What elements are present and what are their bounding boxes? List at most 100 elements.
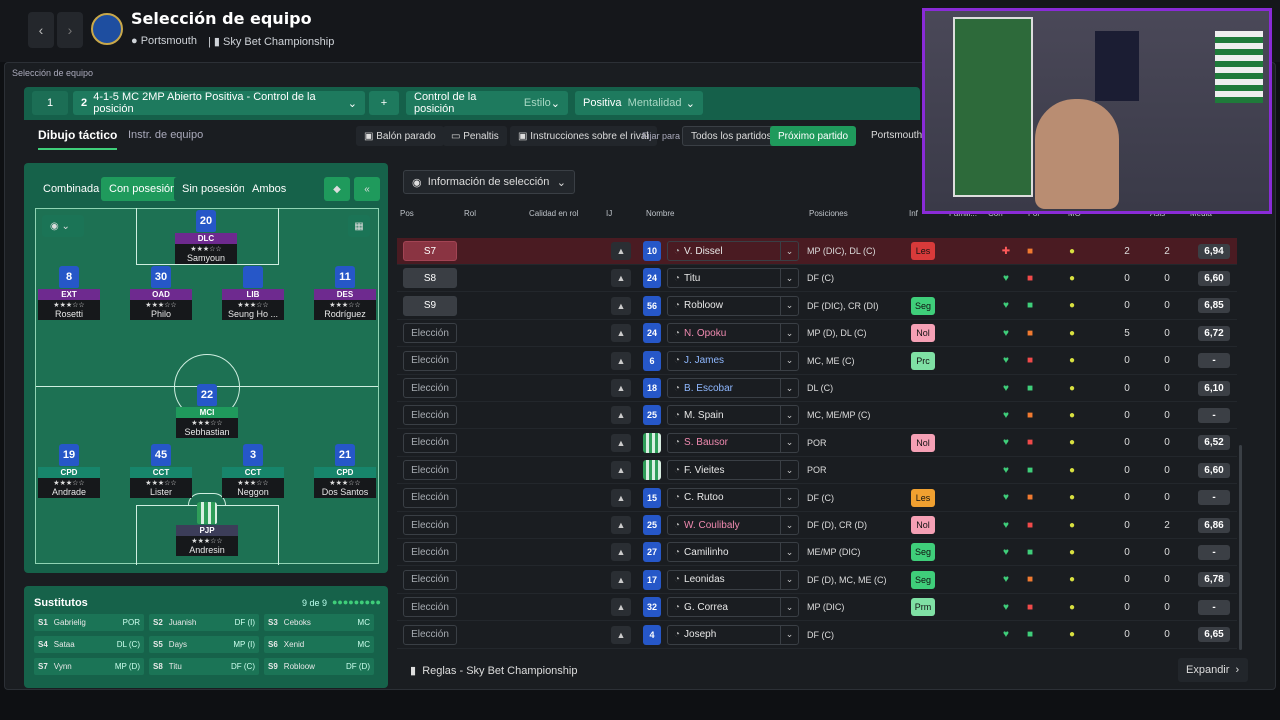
selection-dropdown[interactable]: Elección bbox=[403, 624, 457, 645]
selection-dropdown[interactable]: S7 bbox=[403, 241, 457, 261]
substitute-item[interactable]: S3 Ceboks MC bbox=[264, 614, 374, 631]
collapse-icon[interactable]: « bbox=[354, 177, 380, 201]
pitch-player[interactable]: 19 CPD ★★★☆☆ Andrade bbox=[38, 444, 100, 498]
col-role[interactable]: Rol bbox=[464, 209, 476, 218]
table-row[interactable]: Elección ▲ 17 ◔ Leonidas ⌄ DF (D), MC, ME … bbox=[397, 567, 1237, 594]
player-name-box[interactable]: ◔ V. Dissel ⌄ bbox=[667, 241, 799, 261]
pitch-player[interactable]: 11 DES ★★★☆☆ Rodríguez bbox=[314, 266, 376, 320]
tab-tactical-drawing[interactable]: Dibujo táctico bbox=[38, 128, 118, 150]
table-row[interactable]: Elección ▲ 25 ◔ M. Spain ⌄ MC, ME/MP (C) ♥… bbox=[397, 402, 1237, 430]
pitch-player[interactable]: 22 MCI ★★★☆☆ Sebhastian bbox=[176, 384, 238, 438]
selection-dropdown[interactable]: Elección bbox=[403, 323, 457, 344]
table-row[interactable]: Elección ▲ 24 ◔ N. Opoku ⌄ MP (D), DL (C) … bbox=[397, 320, 1237, 348]
table-row[interactable]: S8 ▲ 24 ◔ Titu ⌄ DF (C) ♥ ■ ● 0 0 6,60 bbox=[397, 265, 1237, 293]
selection-dropdown[interactable]: Elección bbox=[403, 569, 457, 590]
next-match-button[interactable]: Próximo partido bbox=[770, 126, 857, 146]
person-icon[interactable]: ▲ bbox=[611, 406, 631, 425]
chevron-down-icon[interactable]: ⌄ bbox=[780, 269, 798, 288]
selection-dropdown[interactable]: S9 bbox=[403, 295, 457, 316]
table-row[interactable]: S9 ▲ 56 ◔ Robloow ⌄ DF (DIC), CR (DI) Seg … bbox=[397, 293, 1237, 320]
col-ij[interactable]: IJ bbox=[606, 209, 612, 218]
chevron-down-icon[interactable]: ⌄ bbox=[780, 625, 798, 644]
rules-link[interactable]: ▮ Reglas - Sky Bet Championship bbox=[410, 664, 577, 677]
player-name-box[interactable]: ◔ Joseph ⌄ bbox=[667, 624, 799, 645]
style-dropdown[interactable]: Control de la posición Estilo ⌄ bbox=[406, 91, 568, 115]
selection-dropdown[interactable]: Elección bbox=[403, 542, 457, 563]
chevron-down-icon[interactable]: ⌄ bbox=[780, 461, 798, 480]
selection-dropdown[interactable]: Elección bbox=[403, 405, 457, 426]
mentality-dropdown[interactable]: Positiva Mentalidad ⌄ bbox=[575, 91, 703, 115]
chevron-down-icon[interactable]: ⌄ bbox=[780, 379, 798, 397]
chevron-down-icon[interactable]: ⌄ bbox=[780, 488, 798, 507]
person-icon[interactable]: ▲ bbox=[611, 324, 631, 343]
pitch-player[interactable]: 45 CCT ★★★☆☆ Lister bbox=[130, 444, 192, 498]
pitch-player[interactable]: 21 CPD ★★★☆☆ Dos Santos bbox=[314, 444, 376, 498]
player-name-box[interactable]: ◔ Robloow ⌄ bbox=[667, 295, 799, 316]
view-toggle[interactable]: ◉ ⌄ bbox=[42, 215, 84, 237]
tactic-slot-1[interactable]: 1 bbox=[32, 91, 68, 115]
player-name-box[interactable]: ◔ F. Vieites ⌄ bbox=[667, 460, 799, 481]
person-icon[interactable]: ▲ bbox=[611, 433, 631, 452]
player-name-box[interactable]: ◔ W. Coulibaly ⌄ bbox=[667, 515, 799, 535]
chevron-down-icon[interactable]: ⌄ bbox=[780, 324, 798, 343]
col-positions[interactable]: Posiciones bbox=[809, 209, 848, 218]
pitch-player[interactable]: 3 CCT ★★★☆☆ Neggon bbox=[222, 444, 284, 498]
table-row[interactable]: Elección ▲ 18 ◔ B. Escobar ⌄ DL (C) ♥ ■ ● … bbox=[397, 375, 1237, 402]
substitute-item[interactable]: S4 Sataa DL (C) bbox=[34, 636, 144, 653]
substitute-item[interactable]: S6 Xenid MC bbox=[264, 636, 374, 653]
col-role-quality[interactable]: Calidad en rol bbox=[529, 209, 578, 218]
back-button[interactable]: ‹ bbox=[28, 12, 54, 48]
substitute-item[interactable]: S2 Juanish DF (I) bbox=[149, 614, 259, 631]
table-row[interactable]: Elección ▲ 25 ◔ W. Coulibaly ⌄ DF (D), CR … bbox=[397, 512, 1237, 539]
person-icon[interactable]: ▲ bbox=[611, 598, 631, 617]
col-pos[interactable]: Pos bbox=[400, 209, 414, 218]
player-name-box[interactable]: ◔ S. Bausor ⌄ bbox=[667, 432, 799, 453]
substitute-item[interactable]: S7 Vynn MP (D) bbox=[34, 658, 144, 675]
person-icon[interactable]: ▲ bbox=[611, 461, 631, 480]
selection-dropdown[interactable]: S8 bbox=[403, 268, 457, 289]
pitch-player[interactable]: PJP ★★★☆☆ Andresin bbox=[176, 502, 238, 556]
substitute-item[interactable]: S1 Gabrielig POR bbox=[34, 614, 144, 631]
substitute-item[interactable]: S9 Robloow DF (D) bbox=[264, 658, 374, 675]
person-icon[interactable]: ▲ bbox=[611, 543, 631, 562]
selection-dropdown[interactable]: Elección bbox=[403, 460, 457, 481]
selection-dropdown[interactable]: Elección bbox=[403, 378, 457, 398]
col-inf[interactable]: Inf bbox=[909, 209, 918, 218]
chevron-down-icon[interactable]: ⌄ bbox=[780, 351, 798, 370]
person-icon[interactable]: ▲ bbox=[611, 242, 631, 260]
set-pieces-button[interactable]: ▣ Balón parado bbox=[356, 126, 444, 146]
selection-dropdown[interactable]: Elección bbox=[403, 350, 457, 371]
player-name-box[interactable]: ◔ G. Correa ⌄ bbox=[667, 597, 799, 618]
opposition-instructions-button[interactable]: ▣ Instrucciones sobre el rival bbox=[510, 126, 657, 146]
expand-button[interactable]: Expandir › bbox=[1178, 658, 1248, 682]
scrollbar[interactable] bbox=[1239, 445, 1242, 650]
substitute-item[interactable]: S8 Titu DF (C) bbox=[149, 658, 259, 675]
penalties-button[interactable]: ▭ Penaltis bbox=[443, 126, 507, 146]
table-row[interactable]: Elección ▲ 15 ◔ C. Rutoo ⌄ DF (C) Les ♥ ■ … bbox=[397, 485, 1237, 512]
table-row[interactable]: Elección ▲ 32 ◔ G. Correa ⌄ MP (DIC) Prm ♥… bbox=[397, 594, 1237, 622]
person-icon[interactable]: ▲ bbox=[611, 269, 631, 288]
player-name-box[interactable]: ◔ Titu ⌄ bbox=[667, 268, 799, 289]
table-row[interactable]: Elección ▲ ◔ S. Bausor ⌄ POR Nol ♥ ■ ● 0 0… bbox=[397, 430, 1237, 457]
player-name-box[interactable]: ◔ J. James ⌄ bbox=[667, 350, 799, 371]
forward-button[interactable]: › bbox=[57, 12, 83, 48]
club-name[interactable]: ● Portsmouth bbox=[131, 35, 197, 47]
tab-in-possession[interactable]: Con posesión bbox=[101, 177, 185, 201]
grid-icon[interactable]: ▦ bbox=[348, 215, 370, 237]
person-icon[interactable]: ▲ bbox=[611, 488, 631, 507]
person-icon[interactable]: ▲ bbox=[611, 296, 631, 315]
tab-team-instructions[interactable]: Instr. de equipo bbox=[128, 129, 203, 141]
chevron-down-icon[interactable]: ⌄ bbox=[780, 406, 798, 425]
person-icon[interactable]: ▲ bbox=[611, 351, 631, 370]
selection-dropdown[interactable]: Elección bbox=[403, 597, 457, 618]
tab-combined[interactable]: Combinada bbox=[35, 177, 108, 201]
chevron-down-icon[interactable]: ⌄ bbox=[780, 516, 798, 534]
chevron-down-icon[interactable]: ⌄ bbox=[780, 543, 798, 562]
substitute-item[interactable]: S5 Days MP (I) bbox=[149, 636, 259, 653]
player-name-box[interactable]: ◔ Leonidas ⌄ bbox=[667, 569, 799, 590]
chevron-down-icon[interactable]: ⌄ bbox=[780, 242, 798, 260]
tactic-dropdown[interactable]: 2 4-1-5 MC 2MP Abierto Positiva - Contro… bbox=[73, 91, 365, 115]
chevron-down-icon[interactable]: ⌄ bbox=[780, 598, 798, 617]
player-name-box[interactable]: ◔ Camilinho ⌄ bbox=[667, 542, 799, 563]
table-row[interactable]: Elección ▲ ◔ F. Vieites ⌄ POR ♥ ■ ● 0 0 6,… bbox=[397, 457, 1237, 485]
